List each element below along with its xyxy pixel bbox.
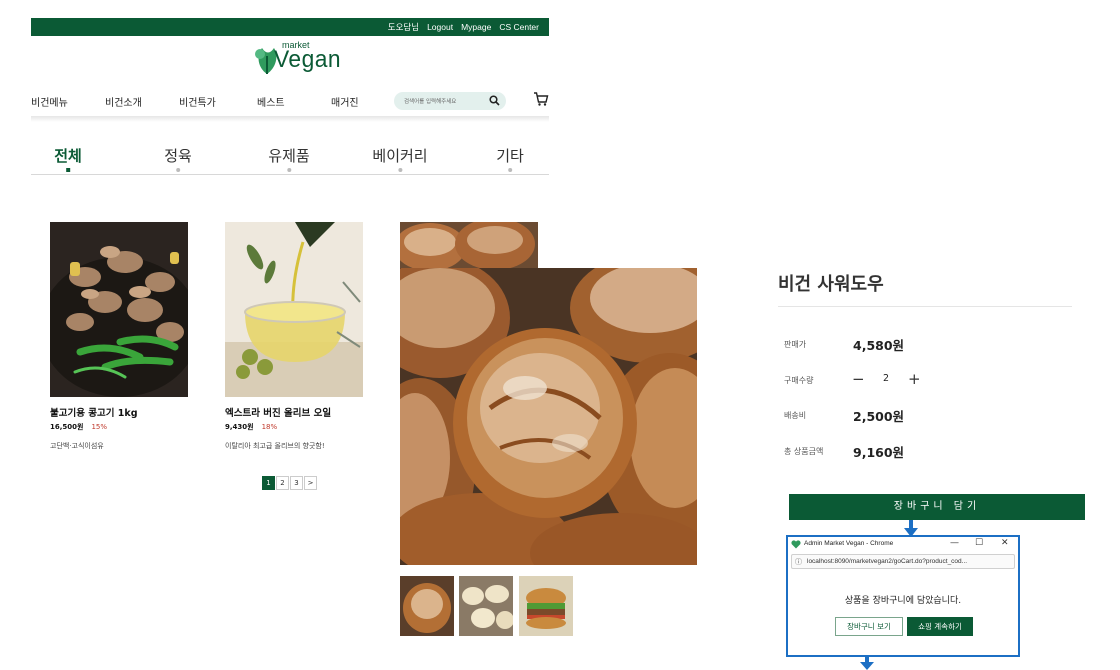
quantity-increase-button[interactable]: + <box>908 370 921 388</box>
popup-message: 상품을 장바구니에 담았습니다. <box>844 596 962 606</box>
tab-label: 기타 <box>496 147 524 165</box>
product-price-row: 16,500원 15% <box>50 422 200 432</box>
page-button[interactable]: 2 <box>276 476 289 490</box>
info-icon: ⓘ <box>795 558 802 566</box>
product-discount: 15% <box>91 423 108 431</box>
tab-all[interactable]: 전체 <box>54 145 82 172</box>
product-price: 9,430원 <box>225 423 254 431</box>
tab-bakery[interactable]: 베이커리 <box>372 145 428 172</box>
quantity-label: 구매수량 <box>784 376 814 385</box>
thumbnail-bread[interactable] <box>400 576 454 636</box>
product-title: 비건 사워도우 <box>778 274 884 295</box>
nav-item-best[interactable]: 베스트 <box>257 94 285 109</box>
sale-price-value: 4,580원 <box>853 338 905 353</box>
sale-price-label: 판매가 <box>784 340 807 349</box>
maximize-icon[interactable]: ☐ <box>975 538 983 548</box>
cart-icon[interactable] <box>533 91 549 107</box>
bread-image-strip <box>400 222 538 268</box>
product-card[interactable]: 불고기용 콩고기 1kg 16,500원 15% 고단백·고식이섬유 <box>50 222 200 451</box>
user-greeting: 도오담님 <box>387 22 420 32</box>
popup-address-bar[interactable]: ⓘ localhost:8090/marketvegan2/goCart.do?… <box>791 554 1015 569</box>
cart-popup-window: Admin Market Vegan - Chrome — ☐ ✕ ⓘ loca… <box>786 535 1020 657</box>
page-button[interactable]: 1 <box>262 476 275 490</box>
tab-meat[interactable]: 정육 <box>164 145 192 172</box>
tab-dairy[interactable]: 유제품 <box>268 145 310 172</box>
tab-label: 정육 <box>164 147 192 165</box>
page-button[interactable]: 3 <box>290 476 303 490</box>
product-image-olive-oil[interactable] <box>225 222 363 397</box>
site-logo[interactable]: market Vegan <box>252 38 341 78</box>
heart-favicon-icon <box>791 540 801 549</box>
tab-indicator <box>287 168 291 172</box>
product-main-image[interactable] <box>400 268 697 565</box>
next-page-button[interactable]: > <box>304 476 317 490</box>
popup-title-bar: Admin Market Vegan - Chrome — ☐ ✕ <box>788 537 1018 553</box>
thumbnail-dough[interactable] <box>459 576 513 636</box>
category-tabs: 전체 정육 유제품 베이커리 기타 <box>31 145 549 175</box>
nav-item-vegan-intro[interactable]: 비건소개 <box>105 94 142 109</box>
total-label: 총 상품금액 <box>784 447 824 456</box>
top-bar: 도오담님 Logout Mypage CS Center <box>31 18 549 36</box>
tab-etc[interactable]: 기타 <box>496 145 524 172</box>
nav-divider <box>31 116 549 122</box>
continue-shopping-button[interactable]: 쇼핑 계속하기 <box>907 617 973 636</box>
shipping-label: 배송비 <box>784 411 807 420</box>
product-name[interactable]: 불고기용 콩고기 1kg <box>50 405 200 419</box>
main-nav: 비건메뉴 비건소개 비건특가 베스트 매거진 검색어를 입력해주세요 <box>31 90 549 112</box>
product-description: 이탈리아 최고급 올리브의 향긋함! <box>225 442 325 450</box>
search-icon[interactable] <box>489 95 500 106</box>
logout-link[interactable]: Logout <box>427 22 453 32</box>
view-cart-button[interactable]: 장바구니 보기 <box>835 617 903 636</box>
logo-vegan-text: Vegan <box>274 46 342 73</box>
product-name[interactable]: 엑스트라 버진 올리브 오일 <box>225 405 375 419</box>
product-discount: 18% <box>261 423 278 431</box>
popup-url: localhost:8090/marketvegan2/goCart.do?pr… <box>807 558 968 565</box>
product-price: 16,500원 <box>50 423 84 431</box>
thumbnail-burger[interactable] <box>519 576 573 636</box>
product-image-bulgogi[interactable] <box>50 222 188 397</box>
tab-label: 유제품 <box>268 147 310 165</box>
total-value: 9,160원 <box>853 445 905 460</box>
popup-title: Admin Market Vegan - Chrome <box>804 540 894 547</box>
product-price-row: 9,430원 18% <box>225 422 375 432</box>
tab-label: 베이커리 <box>372 147 428 165</box>
tab-indicator <box>65 168 70 172</box>
product-description: 고단백·고식이섬유 <box>50 442 104 450</box>
arrow-down-icon <box>860 657 874 670</box>
shipping-value: 2,500원 <box>853 409 905 424</box>
add-to-cart-button[interactable]: 장바구니 담기 <box>789 494 1085 520</box>
tab-indicator <box>507 168 512 172</box>
tab-indicator <box>175 168 180 172</box>
nav-item-vegan-sale[interactable]: 비건특가 <box>179 94 216 109</box>
tab-label: 전체 <box>54 147 82 165</box>
title-divider <box>778 306 1072 307</box>
nav-item-magazine[interactable]: 매거진 <box>331 94 359 109</box>
cs-center-link[interactable]: CS Center <box>499 22 539 32</box>
search-placeholder: 검색어를 입력해주세요 <box>404 99 457 105</box>
minimize-icon[interactable]: — <box>950 538 959 548</box>
search-input[interactable]: 검색어를 입력해주세요 <box>394 92 506 110</box>
mypage-link[interactable]: Mypage <box>461 22 491 32</box>
tab-indicator <box>397 168 402 172</box>
nav-item-vegan-menu[interactable]: 비건메뉴 <box>31 94 68 109</box>
quantity-decrease-button[interactable]: − <box>852 370 865 388</box>
close-icon[interactable]: ✕ <box>1001 538 1009 548</box>
quantity-value[interactable]: 2 <box>883 373 889 384</box>
pagination: 1 2 3 > <box>262 476 317 490</box>
product-card[interactable]: 엑스트라 버진 올리브 오일 9,430원 18% 이탈리아 최고급 올리브의 향… <box>225 222 375 451</box>
